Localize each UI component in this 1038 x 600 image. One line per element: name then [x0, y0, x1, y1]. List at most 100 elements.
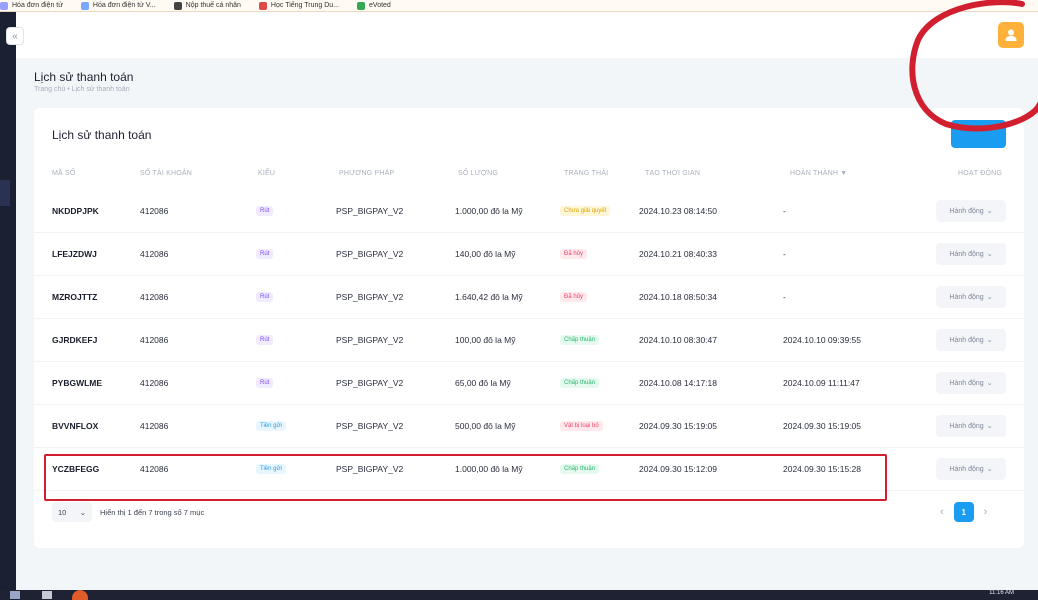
page-button-current[interactable]: 1	[953, 502, 974, 522]
table-row[interactable]: GJRDKEFJ 412086 Rút PSP_BIGPAY_V2 100,00 đô …	[34, 319, 1024, 362]
table-row[interactable]: MZROJTTZ 412086 Rút PSP_BIGPAY_V2 1.640,42 đ…	[34, 276, 1024, 319]
chevron-down-icon: ⌄	[986, 423, 993, 430]
row-type-badge: Tiền gửi	[256, 464, 286, 474]
table-row[interactable]: NKDDPJPK 412086 Rút PSP_BIGPAY_V2 1.000,00 đ…	[34, 190, 1024, 233]
chevron-down-icon: ⌄	[986, 466, 993, 473]
row-account: 412086	[140, 335, 169, 345]
row-amount: 140,00 đô la Mỹ	[455, 249, 516, 259]
row-action-dropdown[interactable]: Hành động ⌄	[936, 372, 1006, 394]
page-title: Lịch sử thanh toán	[34, 70, 134, 84]
row-created-time: 2024.10.23 08:14:50	[639, 206, 717, 216]
row-code: BVVNFLOX	[52, 421, 99, 431]
row-action-dropdown[interactable]: Hành động ⌄	[936, 286, 1006, 308]
double-chevron-left-icon: «	[12, 30, 18, 42]
column-header-method: PHƯƠNG PHÁP	[339, 170, 395, 177]
table-row[interactable]: PYBGWLME 412086 Rút PSP_BIGPAY_V2 65,00 đô l…	[34, 362, 1024, 405]
row-status-badge: Chấp thuận	[560, 335, 600, 345]
row-status-badge: Chấp thuận	[560, 464, 600, 474]
row-account: 412086	[140, 464, 169, 474]
row-status-badge: Vật bị loại bỏ	[560, 421, 603, 431]
row-status-badge: Đã hủy	[560, 292, 588, 302]
row-action-dropdown[interactable]: Hành động ⌄	[936, 415, 1006, 437]
windows-start-icon[interactable]	[10, 591, 20, 599]
row-method: PSP_BIGPAY_V2	[336, 464, 404, 474]
row-action-label: Hành động	[949, 422, 984, 430]
previous-page-button[interactable]: ‹	[940, 506, 944, 518]
row-method: PSP_BIGPAY_V2	[336, 335, 404, 345]
user-icon	[1005, 29, 1017, 41]
column-header-completed[interactable]: HOÀN THÀNH ▼	[790, 170, 847, 177]
row-action-dropdown[interactable]: Hành động ⌄	[936, 243, 1006, 265]
bookmark-item[interactable]: eVoted	[357, 1, 391, 10]
row-account: 412086	[140, 206, 169, 216]
row-action-dropdown[interactable]: Hành động ⌄	[936, 458, 1006, 480]
bookmark-label: Hóa đơn điện tử	[12, 2, 63, 9]
chevron-down-icon: ⌄	[986, 294, 993, 301]
column-header-account: SỐ TÀI KHOẢN	[140, 170, 193, 177]
bookmark-favicon-icon	[80, 1, 89, 10]
bookmark-favicon-icon	[0, 1, 8, 10]
row-type-badge: Rút	[256, 378, 274, 388]
column-header-code: MÃ SỐ	[52, 170, 76, 177]
row-amount: 1.640,42 đô la Mỹ	[455, 292, 523, 302]
taskbar-app-icon[interactable]	[42, 591, 52, 599]
bookmark-label: Nộp thuế cá nhân	[185, 2, 241, 9]
row-code: LFEJZDWJ	[52, 249, 97, 259]
bookmarks-bar: Hóa đơn điện tử Hóa đơn điện tử V... Nộp t…	[0, 0, 1038, 12]
page-size-select[interactable]: 10 ⌄	[52, 502, 92, 522]
sidebar-collapsed	[0, 12, 16, 590]
row-action-label: Hành động	[949, 293, 984, 301]
user-avatar-button[interactable]	[998, 22, 1024, 48]
row-completed-time: -	[783, 249, 786, 259]
row-action-label: Hành động	[949, 465, 984, 473]
column-header-status: TRẠNG THÁI	[564, 170, 609, 177]
chevron-down-icon: ⌄	[986, 337, 993, 344]
bookmark-item[interactable]: Học Tiếng Trung Du...	[258, 1, 339, 10]
bookmark-item[interactable]: Hóa đơn điện tử V...	[80, 1, 156, 10]
top-header	[16, 12, 1038, 58]
clock: 11:16 AM	[989, 590, 1014, 596]
card-title: Lịch sử thanh toán	[52, 128, 152, 142]
row-action-label: Hành động	[949, 250, 984, 258]
chevron-down-icon: ⌄	[986, 380, 993, 387]
row-created-time: 2024.10.10 08:30:47	[639, 335, 717, 345]
primary-action-button[interactable]	[951, 120, 1006, 148]
row-amount: 500,00 đô la Mỹ	[455, 421, 516, 431]
row-action-dropdown[interactable]: Hành động ⌄	[936, 200, 1006, 222]
row-completed-time: 2024.09.30 15:15:28	[783, 464, 861, 474]
payment-history-card: Lịch sử thanh toán MÃ SỐ SỐ TÀI KHOẢN KI…	[34, 108, 1024, 548]
bookmark-favicon-icon	[173, 1, 182, 10]
row-type-badge: Rút	[256, 292, 274, 302]
table-row[interactable]: BVVNFLOX 412086 Tiền gửi PSP_BIGPAY_V2 500,0…	[34, 405, 1024, 448]
row-status-badge: Chưa giải quyết	[560, 206, 611, 216]
row-account: 412086	[140, 292, 169, 302]
browser-taskbar-icon[interactable]	[72, 590, 88, 600]
row-method: PSP_BIGPAY_V2	[336, 421, 404, 431]
row-method: PSP_BIGPAY_V2	[336, 249, 404, 259]
row-created-time: 2024.10.21 08:40:33	[639, 249, 717, 259]
row-action-dropdown[interactable]: Hành động ⌄	[936, 329, 1006, 351]
row-code: MZROJTTZ	[52, 292, 98, 302]
row-code: PYBGWLME	[52, 378, 103, 388]
next-page-button[interactable]: ›	[984, 506, 988, 518]
row-created-time: 2024.10.18 08:50:34	[639, 292, 717, 302]
sidebar-toggle-button[interactable]: «	[6, 27, 24, 45]
row-completed-time: 2024.10.09 11:11:47	[783, 378, 860, 388]
column-header-created: TẠO THỜI GIAN	[645, 170, 701, 177]
row-code: YCZBFEGG	[52, 464, 100, 474]
row-type-badge: Rút	[256, 206, 274, 216]
table-row[interactable]: YCZBFEGG 412086 Tiền gửi PSP_BIGPAY_V2 1.000…	[34, 448, 1024, 491]
bookmark-item[interactable]: Hóa đơn điện tử	[0, 1, 63, 10]
bookmark-item[interactable]: Nộp thuế cá nhân	[173, 1, 241, 10]
chevron-down-icon: ⌄	[986, 208, 993, 215]
breadcrumb[interactable]: Trang chủ • Lịch sử thanh toán	[34, 86, 130, 93]
row-amount: 1.000,00 đô la Mỹ	[455, 206, 523, 216]
showing-text: Hiển thị 1 đến 7 trong số 7 mục	[100, 507, 205, 517]
table-row[interactable]: LFEJZDWJ 412086 Rút PSP_BIGPAY_V2 140,00 đô …	[34, 233, 1024, 276]
row-completed-time: 2024.09.30 15:19:05	[783, 421, 861, 431]
row-action-label: Hành động	[949, 379, 984, 387]
bookmark-label: Hóa đơn điện tử V...	[92, 2, 156, 9]
os-taskbar: 11:16 AM	[0, 590, 1038, 600]
bookmark-favicon-icon	[357, 1, 366, 10]
row-type-badge: Rút	[256, 249, 274, 259]
